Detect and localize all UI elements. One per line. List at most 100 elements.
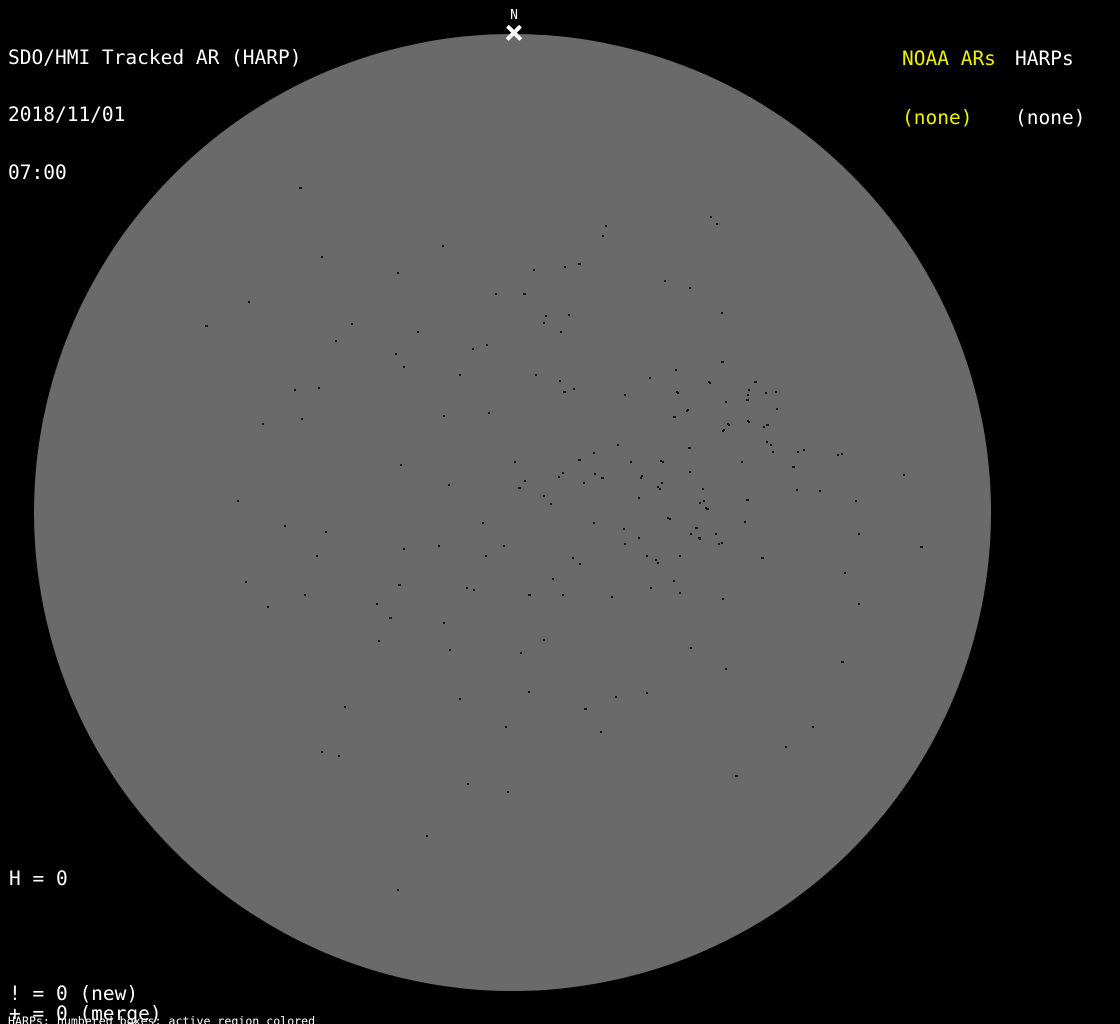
speckle-dot	[488, 412, 490, 414]
page-title: SDO/HMI Tracked AR (HARP)	[8, 45, 302, 69]
speckle-dot	[572, 557, 574, 559]
speckle-dot	[459, 698, 461, 700]
speckle-dot	[378, 640, 380, 642]
speckle-dot	[812, 726, 814, 728]
speckle-dot	[754, 381, 757, 383]
speckle-dot	[573, 388, 575, 390]
speckle-dot	[543, 495, 545, 497]
speckle-dot	[638, 497, 640, 499]
speckle-dot	[772, 451, 774, 453]
speckle-dot	[518, 487, 521, 489]
speckle-dot	[722, 598, 724, 600]
speckle-dot	[593, 452, 595, 454]
speckle-dot	[543, 322, 545, 324]
speckle-dot	[400, 464, 402, 466]
speckle-dot	[507, 791, 509, 793]
speckle-dot	[473, 589, 475, 591]
speckle-dot	[397, 889, 399, 891]
harp-total-count: H = 0	[9, 866, 68, 890]
speckle-dot	[520, 652, 522, 654]
speckle-dot	[785, 746, 787, 748]
speckle-dot	[615, 696, 617, 698]
speckle-dot	[535, 374, 537, 376]
speckle-dot	[482, 522, 484, 524]
speckle-dot	[796, 489, 798, 491]
speckle-dot	[495, 293, 497, 295]
speckle-dot	[770, 444, 772, 446]
speckle-dot	[550, 503, 552, 505]
speckle-dot	[748, 421, 750, 423]
speckle-dot	[675, 369, 677, 371]
speckle-dot	[237, 500, 239, 502]
speckle-dot	[472, 348, 474, 350]
speckle-dot	[748, 389, 750, 391]
speckle-dot	[245, 581, 247, 583]
speckle-dot	[703, 500, 705, 502]
speckle-dot	[661, 482, 663, 484]
speckle-dot	[710, 216, 712, 218]
speckle-dot	[318, 387, 320, 389]
speckle-dot	[397, 272, 399, 274]
speckle-dot	[819, 490, 821, 492]
speckle-dot	[735, 775, 738, 777]
speckle-dot	[321, 751, 323, 753]
speckle-dot	[716, 223, 718, 225]
speckle-dot	[593, 522, 595, 524]
speckle-dot	[722, 430, 724, 432]
speckle-dot	[690, 533, 692, 535]
speckle-dot	[459, 374, 461, 376]
speckle-dot	[605, 225, 607, 227]
speckle-dot	[797, 451, 799, 453]
speckle-dot	[655, 559, 657, 561]
speckle-dot	[706, 508, 709, 510]
speckle-dot	[528, 594, 531, 596]
speckle-dot	[657, 562, 659, 564]
speckle-dot	[624, 394, 626, 396]
speckle-dot	[699, 502, 701, 504]
speckle-dot	[528, 691, 530, 693]
speckle-dot	[775, 391, 777, 393]
speckle-dot	[543, 639, 545, 641]
speckle-dot	[267, 606, 269, 608]
speckle-dot	[677, 392, 679, 394]
speckle-dot	[858, 533, 860, 535]
speckle-dot	[248, 301, 250, 303]
speckle-dot	[708, 381, 710, 383]
speckle-dot	[426, 835, 428, 837]
speckle-dot	[673, 416, 676, 418]
speckle-dot	[321, 256, 323, 258]
speckle-dot	[623, 528, 625, 530]
noaa-ars-label: NOAA ARs	[902, 47, 996, 70]
speckle-dot	[679, 592, 681, 594]
speckle-dot	[533, 269, 535, 271]
speckle-dot	[552, 578, 554, 580]
speckle-dot	[673, 580, 675, 582]
speckle-dot	[351, 323, 353, 325]
speckle-dot	[803, 449, 805, 451]
speckle-dot	[715, 533, 717, 535]
speckle-dot	[389, 617, 392, 619]
title-block: SDO/HMI Tracked AR (HARP) 2018/11/01 07:…	[8, 9, 302, 221]
speckle-dot	[545, 315, 547, 317]
speckle-dot	[721, 361, 724, 363]
speckle-dot	[630, 461, 632, 463]
speckle-dot	[689, 471, 691, 473]
speckle-dot	[688, 447, 691, 449]
speckle-dot	[646, 692, 648, 694]
footer-line-harps: HARPs: numbered boxes; active region col…	[8, 1013, 316, 1024]
speckle-dot	[524, 480, 526, 482]
speckle-dot	[514, 461, 516, 463]
speckle-dot	[262, 423, 264, 425]
speckle-dot	[695, 527, 698, 529]
speckle-dot	[344, 706, 346, 708]
speckle-dot	[841, 661, 844, 663]
speckle-dot	[466, 587, 468, 589]
speckle-dot	[669, 518, 671, 520]
speckle-dot	[403, 548, 405, 550]
speckle-dot	[689, 287, 691, 289]
speckle-dot	[659, 488, 661, 490]
speckle-dot	[649, 377, 651, 379]
noaa-ars-block: NOAA ARs (none)	[902, 10, 996, 166]
speckle-dot	[376, 603, 378, 605]
speckle-dot	[338, 755, 340, 757]
